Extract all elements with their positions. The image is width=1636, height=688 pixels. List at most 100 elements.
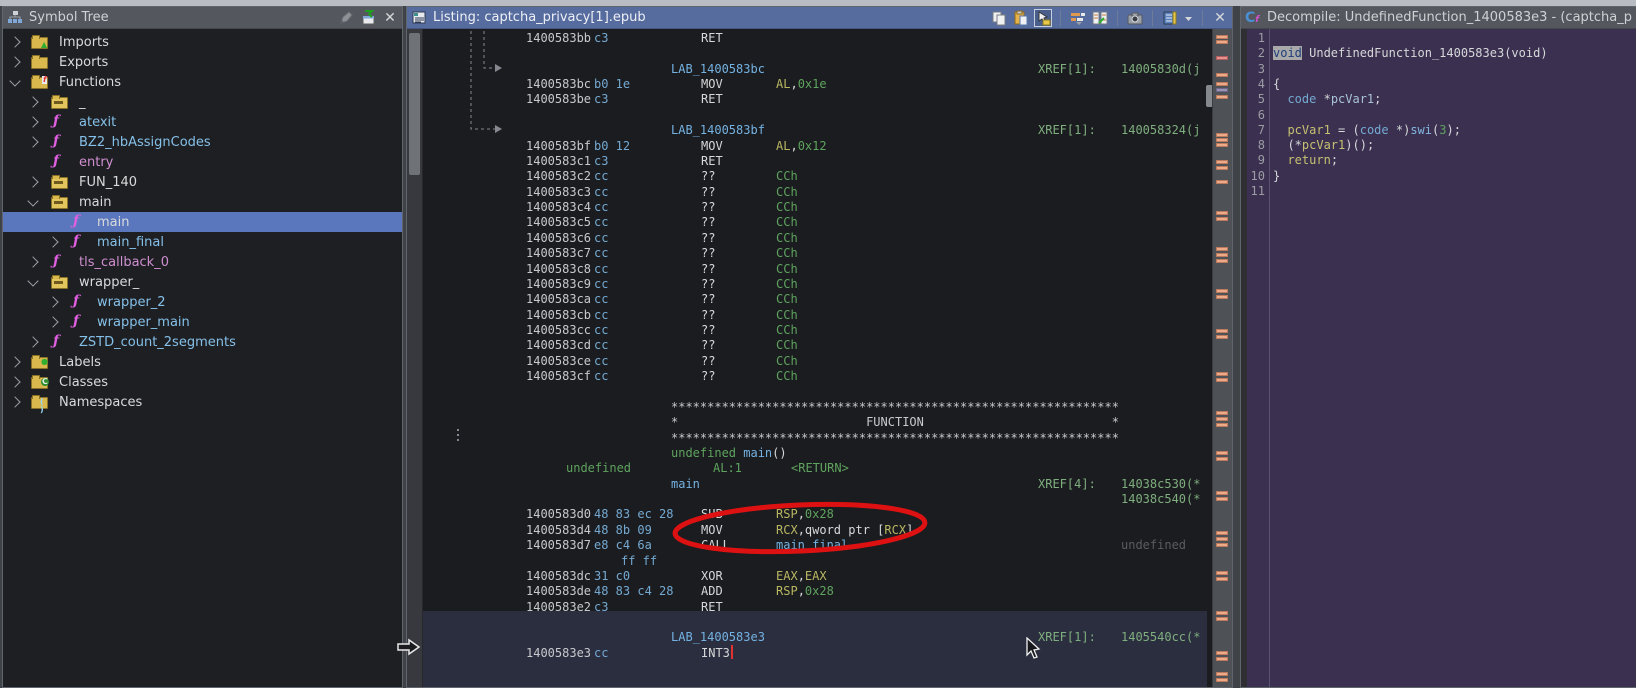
listing-row[interactable]: 1400583c8cc??CCh: [407, 262, 1207, 277]
change-marker[interactable]: [1216, 166, 1228, 170]
expand-arrow-icon[interactable]: [47, 316, 58, 327]
listing-row[interactable]: 1400583cecc??CCh: [407, 354, 1207, 369]
change-marker[interactable]: [1216, 133, 1228, 137]
expand-arrow-icon[interactable]: [9, 56, 20, 67]
listing-row[interactable]: 1400583cfcc??CCh: [407, 369, 1207, 384]
listing-row[interactable]: 1400583c1c3RET: [407, 154, 1207, 169]
decompiled-code-line[interactable]: }: [1273, 169, 1280, 184]
listing-row[interactable]: 1400583bcb0 1eMOVAL,0x1e: [407, 77, 1207, 92]
change-marker[interactable]: [1216, 217, 1228, 221]
listing-row[interactable]: 1400583c7cc??CCh: [407, 246, 1207, 261]
diff-view-icon[interactable]: [1092, 10, 1108, 26]
change-marker[interactable]: [1216, 611, 1228, 615]
listing-row[interactable]: 1400583c9cc??CCh: [407, 277, 1207, 292]
change-marker[interactable]: [1216, 95, 1228, 99]
copy-icon[interactable]: [991, 10, 1007, 26]
tree-item-classes[interactable]: CClasses: [3, 372, 402, 392]
change-marker[interactable]: [1216, 88, 1228, 92]
change-marker[interactable]: [1216, 491, 1228, 495]
change-marker[interactable]: [1216, 295, 1228, 299]
collapse-arrow-icon[interactable]: [27, 275, 38, 286]
change-marker[interactable]: [1216, 651, 1228, 655]
listing-row[interactable]: 1400583cacc??CCh: [407, 292, 1207, 307]
paste-icon[interactable]: [1013, 10, 1029, 26]
tree-item-main[interactable]: main: [3, 192, 402, 212]
marker-margin[interactable]: [1212, 29, 1232, 687]
tree-item-bz2_hbassigncodes[interactable]: ƒBZ2_hbAssignCodes: [3, 132, 402, 152]
listing-row[interactable]: ****************************************…: [407, 400, 1207, 415]
decompiled-code-line[interactable]: code *pcVar1;: [1273, 92, 1381, 107]
expand-arrow-icon[interactable]: [27, 256, 38, 267]
expand-arrow-icon[interactable]: [9, 396, 20, 407]
change-marker[interactable]: [1216, 180, 1228, 184]
change-marker[interactable]: [1216, 253, 1228, 257]
tree-item-exports[interactable]: Exports: [3, 52, 402, 72]
expand-arrow-icon[interactable]: [27, 176, 38, 187]
tree-item-atexit[interactable]: ƒatexit: [3, 112, 402, 132]
tree-item-main_final[interactable]: ƒmain_final: [3, 232, 402, 252]
collapse-arrow-icon[interactable]: [27, 195, 38, 206]
listing-row[interactable]: 1400583c4cc??CCh: [407, 200, 1207, 215]
tree-item-wrapper_2[interactable]: ƒwrapper_2: [3, 292, 402, 312]
change-marker[interactable]: [1216, 451, 1228, 455]
expand-arrow-icon[interactable]: [27, 116, 38, 127]
listing-row[interactable]: 1400583bec3RET: [407, 92, 1207, 107]
listing-close-icon[interactable]: ✕: [1212, 10, 1228, 26]
change-marker[interactable]: [1216, 211, 1228, 215]
goto-symbol-icon[interactable]: [360, 10, 376, 26]
edit-pencil-icon[interactable]: [338, 10, 354, 26]
tree-item-wrapper_main[interactable]: ƒwrapper_main: [3, 312, 402, 332]
tree-item-main[interactable]: ƒmain: [3, 212, 402, 232]
listing-row[interactable]: 1400583e2c3RET: [407, 600, 1207, 615]
tree-item-zstd_count_2segments[interactable]: ƒZSTD_count_2segments: [3, 332, 402, 352]
listing-row[interactable]: 1400583cccc??CCh: [407, 323, 1207, 338]
tree-item-entry[interactable]: ƒentry: [3, 152, 402, 172]
listing-row[interactable]: 1400583c5cc??CCh: [407, 215, 1207, 230]
listing-book-icon[interactable]: [1162, 10, 1178, 26]
change-marker[interactable]: [1216, 56, 1228, 60]
expand-arrow-icon[interactable]: [47, 236, 58, 247]
tree-item-wrapper_[interactable]: wrapper_: [3, 272, 402, 292]
decompiled-code-line[interactable]: void UndefinedFunction_1400583e3(void): [1273, 46, 1548, 61]
tree-item-imports[interactable]: ▲Imports: [3, 32, 402, 52]
listing-row[interactable]: 1400583cbcc??CCh: [407, 308, 1207, 323]
change-marker[interactable]: [1216, 678, 1228, 682]
edit-fields-icon[interactable]: [1070, 10, 1086, 26]
listing-row[interactable]: 1400583cdcc??CCh: [407, 338, 1207, 353]
expand-arrow-icon[interactable]: [47, 296, 58, 307]
symbol-tree-header[interactable]: Symbol Tree ✕: [3, 7, 402, 29]
listing-row[interactable]: * FUNCTION *: [407, 415, 1207, 430]
change-marker[interactable]: [1216, 497, 1228, 501]
change-marker[interactable]: [1216, 672, 1228, 676]
change-marker[interactable]: [1216, 411, 1228, 415]
change-marker[interactable]: [1216, 143, 1228, 147]
tree-item-_[interactable]: _: [3, 92, 402, 112]
listing-row[interactable]: 1400583bbc3RET: [407, 31, 1207, 46]
change-marker[interactable]: [1216, 247, 1228, 251]
change-marker[interactable]: [1216, 423, 1228, 427]
change-marker[interactable]: [1216, 417, 1228, 421]
decompiler-body[interactable]: 1234567891011 void UndefinedFunction_140…: [1241, 29, 1636, 687]
change-marker[interactable]: [1216, 537, 1228, 541]
change-marker[interactable]: [1216, 329, 1228, 333]
snapshot-camera-icon[interactable]: [1127, 10, 1143, 26]
change-marker[interactable]: [1216, 378, 1228, 382]
change-marker[interactable]: [1216, 457, 1228, 461]
dropdown-arrow-icon[interactable]: [1184, 10, 1193, 26]
change-marker[interactable]: [1216, 259, 1228, 263]
disassembly-rows[interactable]: 1400583bbc3RET LAB_1400583bcXREF[1]:14005…: [407, 29, 1207, 687]
change-marker[interactable]: [1216, 531, 1228, 535]
expand-arrow-icon[interactable]: [27, 336, 38, 347]
decompiled-code-line[interactable]: {: [1273, 77, 1280, 92]
cursor-location-icon[interactable]: [1035, 10, 1051, 26]
listing-row[interactable]: undefined main(): [407, 446, 1207, 461]
change-marker[interactable]: [1216, 73, 1228, 77]
listing-row[interactable]: LAB_1400583bcXREF[1]:14005830d(j: [407, 62, 1207, 77]
listing-row[interactable]: ****************************************…: [407, 431, 1207, 446]
decompiled-code-line[interactable]: (*pcVar1)();: [1273, 138, 1374, 153]
change-marker[interactable]: [1216, 543, 1228, 547]
listing-row[interactable]: 1400583c6cc??CCh: [407, 231, 1207, 246]
tree-item-functions[interactable]: fFunctions: [3, 72, 402, 92]
change-marker[interactable]: [1216, 138, 1228, 142]
listing-header[interactable]: Listing: captcha_privacy[1].epub: [407, 7, 1232, 29]
